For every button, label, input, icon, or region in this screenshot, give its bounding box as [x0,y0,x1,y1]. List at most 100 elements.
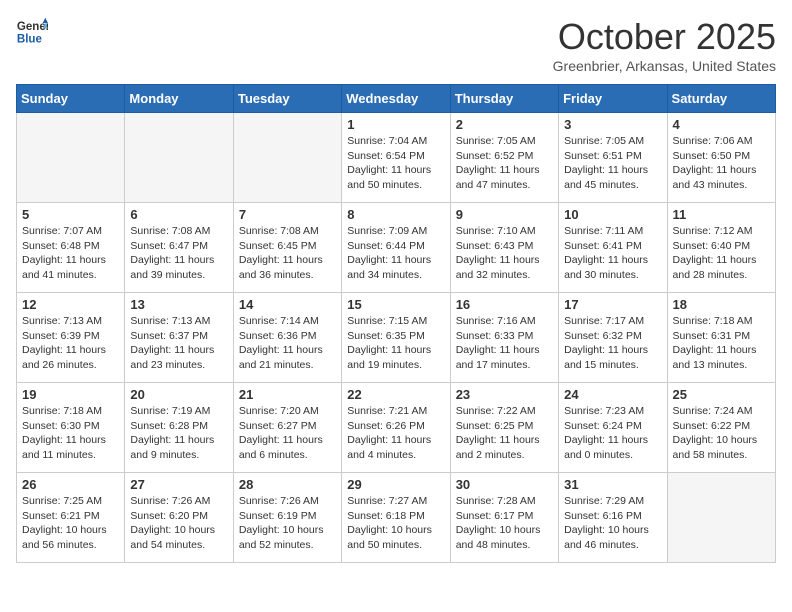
day-info: Sunrise: 7:14 AM Sunset: 6:36 PM Dayligh… [239,314,336,373]
header-row: Sunday Monday Tuesday Wednesday Thursday… [17,85,776,113]
day-number: 24 [564,387,661,402]
day-info: Sunrise: 7:18 AM Sunset: 6:31 PM Dayligh… [673,314,770,373]
day-number: 28 [239,477,336,492]
day-info: Sunrise: 7:21 AM Sunset: 6:26 PM Dayligh… [347,404,444,463]
day-number: 20 [130,387,227,402]
day-number: 9 [456,207,553,222]
day-number: 22 [347,387,444,402]
day-info: Sunrise: 7:24 AM Sunset: 6:22 PM Dayligh… [673,404,770,463]
day-info: Sunrise: 7:27 AM Sunset: 6:18 PM Dayligh… [347,494,444,553]
day-number: 6 [130,207,227,222]
table-row: 18 Sunrise: 7:18 AM Sunset: 6:31 PM Dayli… [667,293,775,383]
day-info: Sunrise: 7:11 AM Sunset: 6:41 PM Dayligh… [564,224,661,283]
day-number: 7 [239,207,336,222]
table-row: 7 Sunrise: 7:08 AM Sunset: 6:45 PM Daylig… [233,203,341,293]
day-number: 18 [673,297,770,312]
title-block: October 2025 Greenbrier, Arkansas, Unite… [553,16,776,74]
table-row: 2Sunrise: 7:05 AM Sunset: 6:52 PM Daylig… [450,113,558,203]
day-number: 11 [673,207,770,222]
day-number: 25 [673,387,770,402]
table-row: 11 Sunrise: 7:12 AM Sunset: 6:40 PM Dayli… [667,203,775,293]
calendar-table: Sunday Monday Tuesday Wednesday Thursday… [16,84,776,563]
table-row: 3 Sunrise: 7:05 AM Sunset: 6:51 PM Daylig… [559,113,667,203]
table-row: 30Sunrise: 7:28 AM Sunset: 6:17 PM Dayli… [450,473,558,563]
table-row: 12 Sunrise: 7:13 AM Sunset: 6:39 PM Dayli… [17,293,125,383]
day-number: 5 [22,207,119,222]
table-row: 6 Sunrise: 7:08 AM Sunset: 6:47 PM Daylig… [125,203,233,293]
table-row: 13 Sunrise: 7:13 AM Sunset: 6:37 PM Dayli… [125,293,233,383]
col-thursday: Thursday [450,85,558,113]
day-info: Sunrise: 7:20 AM Sunset: 6:27 PM Dayligh… [239,404,336,463]
day-info: Sunrise: 7:15 AM Sunset: 6:35 PM Dayligh… [347,314,444,373]
table-row: 31 Sunrise: 7:29 AM Sunset: 6:16 PM Dayli… [559,473,667,563]
calendar-title: October 2025 [553,16,776,58]
table-row: 25 Sunrise: 7:24 AM Sunset: 6:22 PM Dayli… [667,383,775,473]
table-row: 14 Sunrise: 7:14 AM Sunset: 6:36 PM Dayli… [233,293,341,383]
col-monday: Monday [125,85,233,113]
table-row: 1 Sunrise: 7:04 AM Sunset: 6:54 PM Daylig… [342,113,450,203]
table-row: 23 Sunrise: 7:22 AM Sunset: 6:25 PM Dayli… [450,383,558,473]
table-row: 19 Sunrise: 7:18 AM Sunset: 6:30 PM Dayli… [17,383,125,473]
day-info: Sunrise: 7:12 AM Sunset: 6:40 PM Dayligh… [673,224,770,283]
day-info: Sunrise: 7:22 AM Sunset: 6:25 PM Dayligh… [456,404,553,463]
day-info: Sunrise: 7:26 AM Sunset: 6:19 PM Dayligh… [239,494,336,553]
table-row [17,113,125,203]
col-wednesday: Wednesday [342,85,450,113]
day-number: 10 [564,207,661,222]
calendar-row: 12 Sunrise: 7:13 AM Sunset: 6:39 PM Dayli… [17,293,776,383]
day-info: Sunrise: 7:05 AM Sunset: 6:52 PM Dayligh… [456,134,553,193]
day-info: Sunrise: 7:08 AM Sunset: 6:47 PM Dayligh… [130,224,227,283]
table-row: 8Sunrise: 7:09 AM Sunset: 6:44 PM Daylig… [342,203,450,293]
table-row: 26 Sunrise: 7:25 AM Sunset: 6:21 PM Dayli… [17,473,125,563]
table-row: 24 Sunrise: 7:23 AM Sunset: 6:24 PM Dayli… [559,383,667,473]
day-info: Sunrise: 7:25 AM Sunset: 6:21 PM Dayligh… [22,494,119,553]
day-number: 29 [347,477,444,492]
day-number: 31 [564,477,661,492]
day-number: 27 [130,477,227,492]
table-row [125,113,233,203]
logo-icon: General Blue [16,16,48,48]
day-info: Sunrise: 7:17 AM Sunset: 6:32 PM Dayligh… [564,314,661,373]
day-info: Sunrise: 7:16 AM Sunset: 6:33 PM Dayligh… [456,314,553,373]
table-row: 5Sunrise: 7:07 AM Sunset: 6:48 PM Daylig… [17,203,125,293]
table-row: 22 Sunrise: 7:21 AM Sunset: 6:26 PM Dayli… [342,383,450,473]
day-info: Sunrise: 7:10 AM Sunset: 6:43 PM Dayligh… [456,224,553,283]
day-number: 12 [22,297,119,312]
day-info: Sunrise: 7:26 AM Sunset: 6:20 PM Dayligh… [130,494,227,553]
table-row: 27 Sunrise: 7:26 AM Sunset: 6:20 PM Dayli… [125,473,233,563]
day-number: 8 [347,207,444,222]
table-row: 15Sunrise: 7:15 AM Sunset: 6:35 PM Dayli… [342,293,450,383]
day-number: 19 [22,387,119,402]
day-number: 23 [456,387,553,402]
calendar-row: 1 Sunrise: 7:04 AM Sunset: 6:54 PM Daylig… [17,113,776,203]
day-number: 13 [130,297,227,312]
calendar-row: 26 Sunrise: 7:25 AM Sunset: 6:21 PM Dayli… [17,473,776,563]
col-friday: Friday [559,85,667,113]
calendar-row: 5Sunrise: 7:07 AM Sunset: 6:48 PM Daylig… [17,203,776,293]
day-info: Sunrise: 7:06 AM Sunset: 6:50 PM Dayligh… [673,134,770,193]
day-info: Sunrise: 7:04 AM Sunset: 6:54 PM Dayligh… [347,134,444,193]
day-info: Sunrise: 7:23 AM Sunset: 6:24 PM Dayligh… [564,404,661,463]
day-number: 14 [239,297,336,312]
table-row: 4 Sunrise: 7:06 AM Sunset: 6:50 PM Daylig… [667,113,775,203]
table-row [667,473,775,563]
table-row: 20Sunrise: 7:19 AM Sunset: 6:28 PM Dayli… [125,383,233,473]
day-info: Sunrise: 7:05 AM Sunset: 6:51 PM Dayligh… [564,134,661,193]
day-info: Sunrise: 7:13 AM Sunset: 6:39 PM Dayligh… [22,314,119,373]
svg-text:Blue: Blue [17,34,43,46]
day-number: 3 [564,117,661,132]
col-saturday: Saturday [667,85,775,113]
table-row: 9 Sunrise: 7:10 AM Sunset: 6:43 PM Daylig… [450,203,558,293]
day-number: 26 [22,477,119,492]
day-info: Sunrise: 7:18 AM Sunset: 6:30 PM Dayligh… [22,404,119,463]
col-tuesday: Tuesday [233,85,341,113]
day-number: 1 [347,117,444,132]
page-header: General Blue October 2025 Greenbrier, Ar… [16,16,776,74]
day-info: Sunrise: 7:08 AM Sunset: 6:45 PM Dayligh… [239,224,336,283]
table-row: 28 Sunrise: 7:26 AM Sunset: 6:19 PM Dayli… [233,473,341,563]
day-number: 17 [564,297,661,312]
day-info: Sunrise: 7:29 AM Sunset: 6:16 PM Dayligh… [564,494,661,553]
day-number: 21 [239,387,336,402]
day-number: 4 [673,117,770,132]
day-info: Sunrise: 7:13 AM Sunset: 6:37 PM Dayligh… [130,314,227,373]
